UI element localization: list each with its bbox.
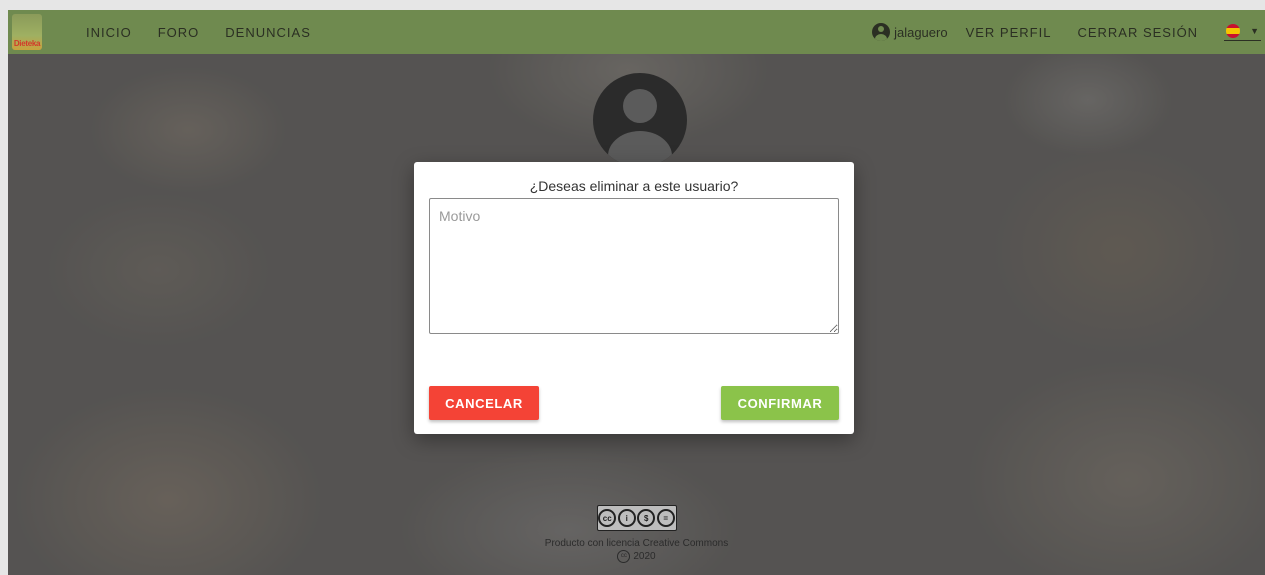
view-profile-link[interactable]: VER PERFIL (966, 25, 1052, 40)
page-background: Dieteka INICIO FORO DENUNCIAS jalaguero … (8, 10, 1265, 575)
brand-text: Dieteka (13, 39, 41, 48)
copyright-icon: cc (617, 550, 631, 563)
spain-flag-icon (1226, 23, 1241, 38)
nav-link-foro[interactable]: FORO (158, 25, 200, 40)
modal-title: ¿Deseas eliminar a este usuario? (529, 178, 739, 194)
user-circle-icon (872, 23, 891, 41)
username: jalaguero (894, 24, 948, 40)
top-navbar: Dieteka INICIO FORO DENUNCIAS jalaguero … (8, 10, 1265, 54)
delete-user-modal: ¿Deseas eliminar a este usuario? CANCELA… (414, 162, 854, 434)
cc-icon: cc (598, 509, 617, 527)
nav-link-inicio[interactable]: INICIO (86, 25, 132, 40)
reason-textarea[interactable] (429, 198, 839, 334)
by-icon: i (617, 509, 636, 527)
nc-icon: $ (637, 509, 656, 527)
caret-down-icon: ▼ (1250, 25, 1259, 36)
creative-commons-badge[interactable]: cc i $ = (596, 505, 677, 531)
logout-link[interactable]: CERRAR SESIÓN (1077, 25, 1198, 40)
license-text: Producto con licencia Creative Commons (544, 538, 729, 549)
confirm-button[interactable]: CONFIRMAR (721, 386, 839, 420)
copyright-line: cc 2020 (8, 550, 1265, 563)
nav-link-denuncias[interactable]: DENUNCIAS (225, 25, 311, 40)
nav-user-area: jalaguero VER PERFIL CERRAR SESIÓN ▼ (872, 23, 1265, 41)
cancel-button[interactable]: CANCELAR (429, 386, 539, 420)
profile-avatar-icon (593, 73, 687, 167)
brand-logo[interactable]: Dieteka (12, 14, 42, 50)
copyright-year: 2020 (633, 551, 656, 563)
footer: cc i $ = Producto con licencia Creative … (8, 505, 1265, 563)
nd-icon: = (656, 509, 675, 527)
language-selector[interactable]: ▼ (1224, 23, 1261, 41)
